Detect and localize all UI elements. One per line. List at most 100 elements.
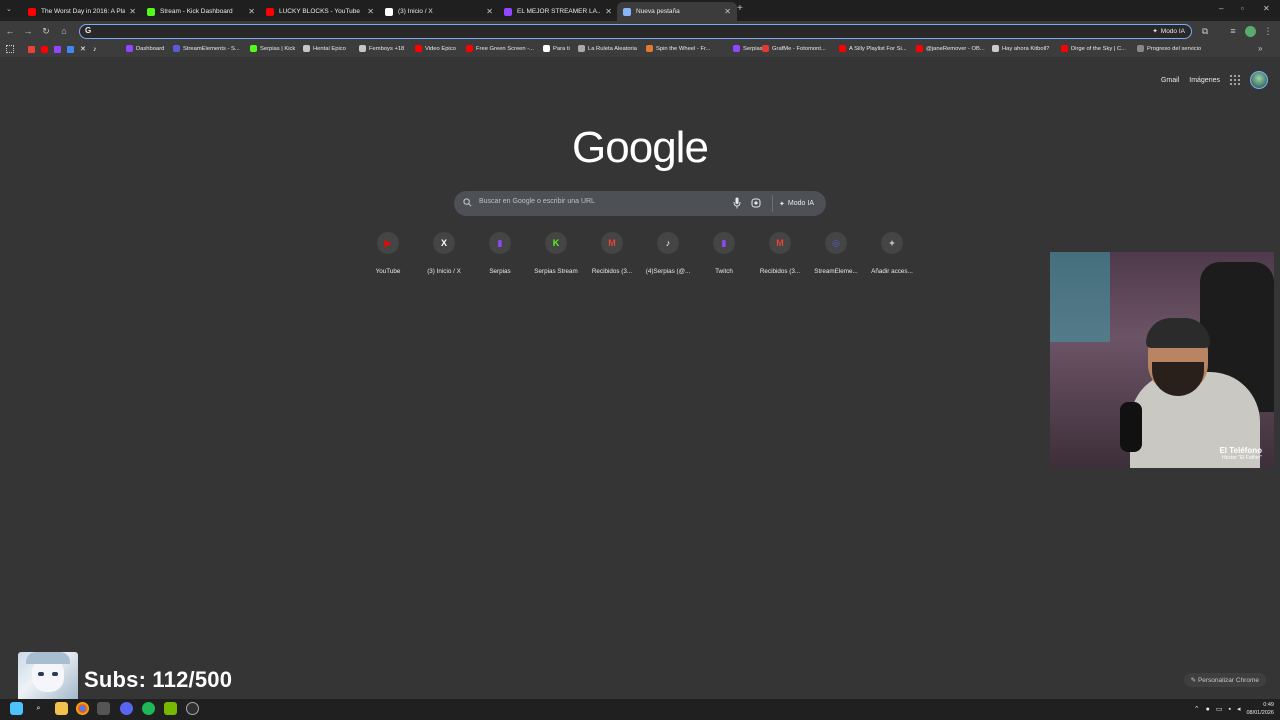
bookmark-item[interactable]: GrafMe - Fotomont... (762, 45, 826, 52)
tab-title: Nueva pestaña (636, 8, 680, 15)
bookmark-item[interactable]: A Silly Playlist For Si... (839, 45, 907, 52)
shortcut-tile[interactable]: ◎ StreamEleme... (808, 232, 864, 275)
bookmark-label: @janeRemover - OB... (926, 45, 985, 52)
nvidia-taskbar-icon[interactable] (164, 702, 177, 715)
more-bookmarks-icon[interactable]: » (1258, 44, 1262, 53)
images-link[interactable]: Imágenes (1189, 77, 1220, 84)
shortcut-tile[interactable]: M Recibidos (3... (752, 232, 808, 275)
display-tray-icon[interactable]: ▭ (1216, 705, 1223, 713)
discord-taskbar-icon[interactable] (120, 702, 133, 715)
personalize-chrome-button[interactable]: ✎ Personalizar Chrome (1183, 673, 1266, 687)
tab-search-icon[interactable]: ⌄ (6, 5, 12, 13)
apps-grid-icon[interactable] (6, 45, 14, 53)
shortcut-tile[interactable]: + Añadir acces... (864, 232, 920, 275)
taskbar: ⌕ ⌃ ● ▭ ▪ ◂ 0:49 08/01/2026 (0, 699, 1280, 720)
forward-icon[interactable]: → (22, 25, 34, 37)
lens-icon[interactable] (751, 198, 761, 208)
close-tab-icon[interactable]: ✕ (605, 7, 612, 16)
bookmark-favicon-icon (646, 45, 653, 52)
bookmark-item[interactable]: Video Epico (415, 45, 456, 52)
shortcut-tile[interactable]: X (3) Inicio / X (416, 232, 472, 275)
bookmark-item[interactable]: Serpias | Kick (250, 45, 295, 52)
bookmark-item[interactable]: Dirge of the Sky | C... (1061, 45, 1126, 52)
bookmark-label: Dashboard (136, 45, 165, 52)
tab[interactable]: EL MEJOR STREAMER LA... ✕ (498, 2, 618, 21)
home-icon[interactable]: ⌂ (58, 25, 70, 37)
clock[interactable]: 0:49 08/01/2026 (1246, 701, 1274, 717)
tiktok-icon[interactable]: ♪ (93, 46, 100, 53)
bookmark-item[interactable]: Dashboard (126, 45, 164, 52)
bookmark-item[interactable]: La Ruleta Aleatoria (578, 45, 637, 52)
menu-icon[interactable]: ⋮ (1262, 25, 1274, 37)
shortcut-label: Recibidos (3... (591, 268, 633, 275)
close-tab-icon[interactable]: ✕ (248, 7, 255, 16)
windows-start-icon[interactable] (10, 702, 23, 715)
obs-taskbar-icon[interactable] (186, 702, 199, 715)
tiktok-icon: ♪ (657, 232, 679, 254)
twitch-icon: ▮ (713, 232, 735, 254)
account-avatar[interactable] (1250, 71, 1268, 89)
mic-tray-icon[interactable]: ● (1206, 706, 1210, 713)
modo-ia-button[interactable]: ✦ Modo IA (772, 195, 820, 212)
bookmark-item[interactable]: Progreso del servicio (1137, 45, 1201, 52)
spotify-taskbar-icon[interactable] (142, 702, 155, 715)
chrome-taskbar-icon[interactable] (76, 702, 89, 715)
search-box[interactable]: Buscar en Google o escribir una URL ✦ Mo… (454, 191, 826, 216)
shortcut-tile[interactable]: ▮ Twitch (696, 232, 752, 275)
shortcut-tile[interactable]: ▮ Serpias (472, 232, 528, 275)
tab[interactable]: LUCKY BLOCKS - YouTube ✕ (260, 2, 380, 21)
bookmark-item[interactable]: Serpias (733, 45, 763, 52)
bookmark-item[interactable]: StreamElements - S... (173, 45, 240, 52)
bookmark-item[interactable]: Spin the Wheel - Fr... (646, 45, 710, 52)
files-icon[interactable] (55, 702, 68, 715)
gmail-icon[interactable] (28, 46, 35, 53)
twitch-icon: ▮ (489, 232, 511, 254)
bookmark-item[interactable]: Hay ahora Kitboll? (992, 45, 1049, 52)
bookmark-favicon-icon (359, 45, 366, 52)
bookmark-item[interactable]: @janeRemover - OB... (916, 45, 985, 52)
bookmark-item[interactable]: Free Green Screen -... (466, 45, 534, 52)
maximize-icon[interactable]: ▫ (1241, 4, 1244, 13)
tab-title: Stream - Kick Dashboard (160, 8, 233, 15)
shortcut-tile[interactable]: M Recibidos (3... (584, 232, 640, 275)
mic-icon[interactable] (733, 197, 741, 209)
close-tab-icon[interactable]: ✕ (129, 7, 136, 16)
app-taskbar-icon[interactable] (97, 702, 110, 715)
modo-ia-omnibox-button[interactable]: ✦ Modo IA (1152, 27, 1185, 36)
gmail-link[interactable]: Gmail (1161, 77, 1179, 84)
volume-tray-icon[interactable]: ◂ (1237, 705, 1241, 713)
extensions-icon[interactable]: ⧉ (1199, 25, 1211, 37)
new-tab-icon[interactable]: + (737, 3, 743, 14)
minimize-icon[interactable]: – (1219, 4, 1223, 13)
chevron-up-icon[interactable]: ⌃ (1194, 705, 1200, 713)
twitch-icon[interactable] (54, 46, 61, 53)
close-tab-icon[interactable]: ✕ (724, 7, 731, 16)
address-bar[interactable]: G ✦ Modo IA (79, 24, 1192, 39)
search-taskbar-icon[interactable]: ⌕ (32, 702, 45, 715)
search-input[interactable]: Buscar en Google o escribir una URL (479, 198, 595, 205)
reload-icon[interactable]: ↻ (40, 25, 52, 37)
google-apps-icon[interactable] (1230, 75, 1240, 85)
shortcut-tile[interactable]: ♪ (4)Serpias (@... (640, 232, 696, 275)
shortcut-tile[interactable]: ▶ YouTube (360, 232, 416, 275)
shortcut-tile[interactable]: K Serpias Stream (528, 232, 584, 275)
close-tab-icon[interactable]: ✕ (486, 7, 493, 16)
tab[interactable]: Stream - Kick Dashboard ✕ (141, 2, 261, 21)
docs-icon[interactable] (67, 46, 74, 53)
bookmark-favicon-icon (1061, 45, 1068, 52)
network-tray-icon[interactable]: ▪ (1228, 706, 1230, 713)
bookmark-item[interactable]: Para ti (543, 45, 570, 52)
clock-time: 0:49 (1263, 702, 1274, 708)
profile-avatar[interactable] (1245, 26, 1256, 37)
tab[interactable]: Nueva pestaña ✕ (617, 2, 737, 21)
tab[interactable]: (3) Inicio / X ✕ (379, 2, 499, 21)
youtube-icon[interactable] (41, 46, 48, 53)
back-icon[interactable]: ← (4, 25, 16, 37)
close-window-icon[interactable]: ✕ (1263, 4, 1270, 13)
bookmark-item[interactable]: Hentai Epico (303, 45, 346, 52)
close-tab-icon[interactable]: ✕ (367, 7, 374, 16)
x-icon[interactable]: ✕ (80, 46, 87, 53)
media-icon[interactable]: ≡ (1227, 25, 1239, 37)
tab[interactable]: The Worst Day in 2016: A Playl... ✕ (22, 2, 142, 21)
bookmark-item[interactable]: Femboys +18 (359, 45, 404, 52)
